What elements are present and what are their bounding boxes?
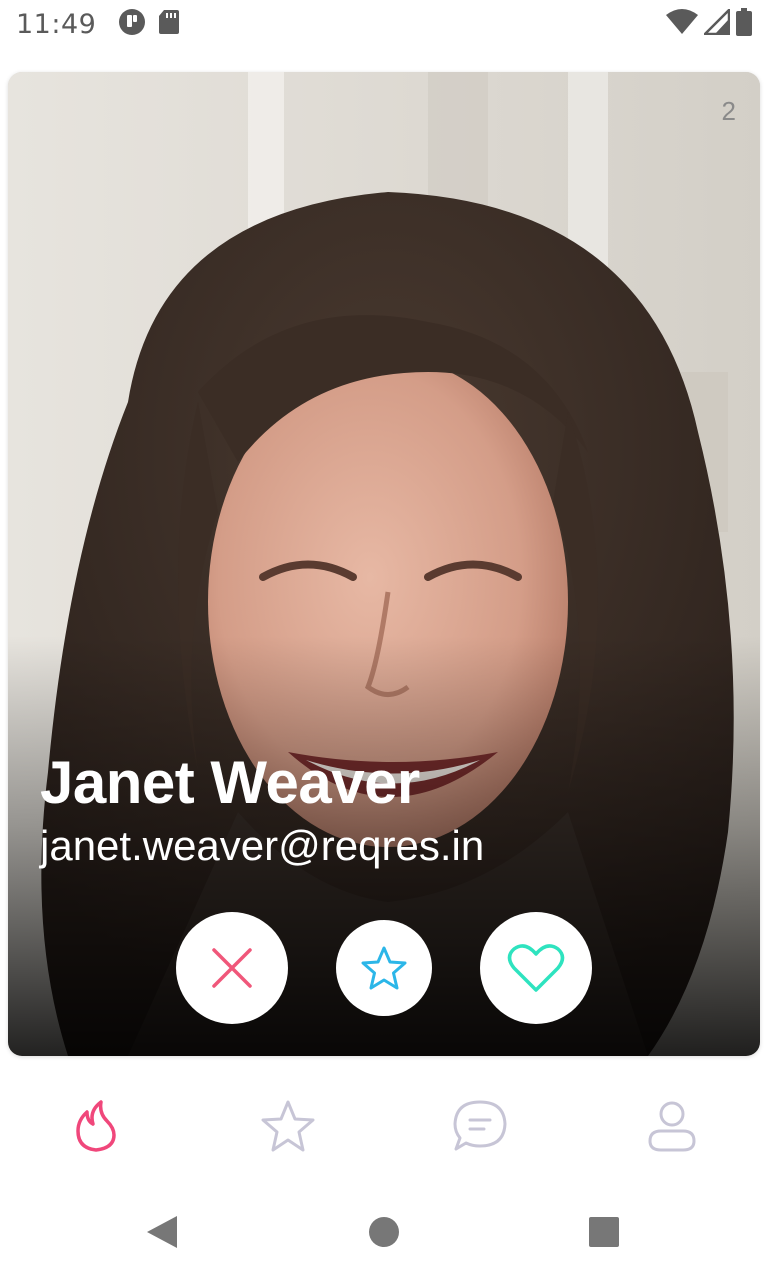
- flame-icon: [76, 1100, 116, 1152]
- tab-favorites[interactable]: [240, 1090, 336, 1162]
- profile-email: janet.weaver@reqres.in: [40, 822, 485, 869]
- status-system-icons: [666, 6, 752, 41]
- back-button[interactable]: [138, 1208, 186, 1256]
- star-icon: [261, 1100, 315, 1152]
- bottom-tab-bar: [0, 1080, 768, 1176]
- status-notification-icons: [118, 8, 180, 41]
- tab-profile[interactable]: [624, 1090, 720, 1162]
- home-icon: [369, 1217, 399, 1247]
- user-icon: [648, 1101, 696, 1152]
- profile-name: Janet Weaver: [40, 749, 420, 816]
- sd-card-icon: [158, 9, 180, 40]
- status-time: 11:49: [16, 8, 97, 40]
- home-button[interactable]: [360, 1208, 408, 1256]
- app-notification-icon: [118, 8, 146, 41]
- recents-button[interactable]: [580, 1208, 628, 1256]
- close-icon: [212, 948, 252, 988]
- system-navigation-bar: [0, 1184, 768, 1280]
- like-button[interactable]: [480, 912, 592, 1024]
- tab-messages[interactable]: [432, 1090, 528, 1162]
- battery-icon: [736, 7, 752, 41]
- super-like-button[interactable]: [336, 920, 432, 1016]
- recents-icon: [589, 1217, 619, 1247]
- back-icon: [147, 1216, 177, 1248]
- chat-icon: [453, 1100, 507, 1151]
- wifi-icon: [666, 8, 698, 40]
- screen: 11:49 2 Janet Weaver janet.weaver@reqres…: [0, 0, 768, 1280]
- heart-icon: [507, 944, 565, 992]
- status-bar: 11:49: [0, 0, 768, 48]
- card-photo-counter: 2: [721, 96, 736, 126]
- profile-card[interactable]: 2 Janet Weaver janet.weaver@reqres.in: [8, 72, 760, 1056]
- signal-icon: [701, 6, 731, 40]
- dislike-button[interactable]: [176, 912, 288, 1024]
- star-icon: [361, 946, 407, 990]
- tab-discover[interactable]: [48, 1090, 144, 1162]
